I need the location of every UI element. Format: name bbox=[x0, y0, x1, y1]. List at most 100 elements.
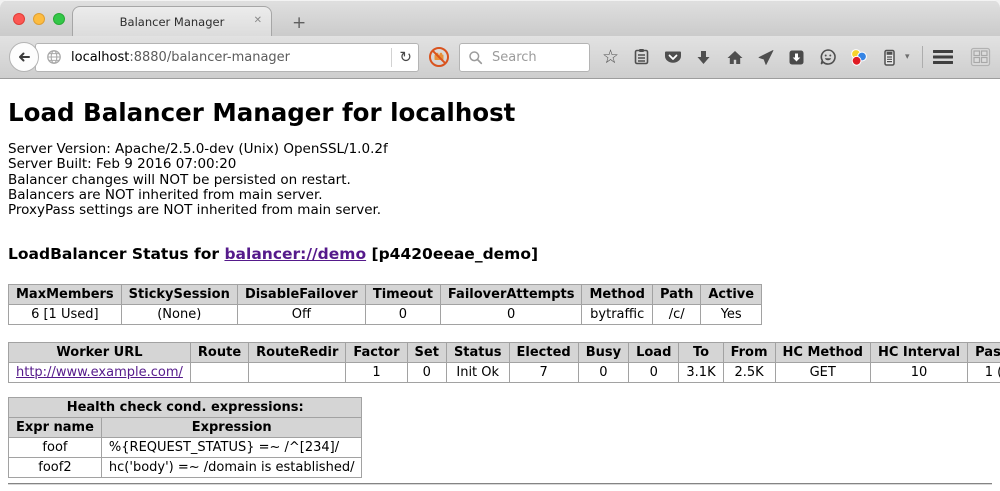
route-value bbox=[190, 363, 248, 383]
colorful-dots-icon[interactable] bbox=[849, 48, 868, 67]
url-path: :8880/balancer-manager bbox=[129, 50, 290, 65]
worker-url-link[interactable]: http://www.example.com/ bbox=[16, 365, 183, 380]
tab-groups-icon[interactable] bbox=[970, 48, 991, 67]
col-set: Set bbox=[407, 343, 446, 363]
routeredir-value bbox=[249, 363, 346, 383]
from-value: 2.5K bbox=[723, 363, 775, 383]
balancer-demo-link[interactable]: balancer://demo bbox=[224, 245, 366, 263]
proxypass-note-line: ProxyPass settings are NOT inherited fro… bbox=[8, 203, 992, 218]
col-active: Active bbox=[701, 285, 762, 305]
back-button[interactable] bbox=[9, 42, 39, 72]
col-timeout: Timeout bbox=[365, 285, 440, 305]
urlbar-divider bbox=[391, 48, 392, 67]
col-stickysession: StickySession bbox=[121, 285, 237, 305]
col-elected: Elected bbox=[509, 343, 578, 363]
col-hc-method: HC Method bbox=[775, 343, 870, 363]
hc-method-value: GET bbox=[775, 363, 870, 383]
expr-name-value: foof bbox=[9, 438, 102, 458]
url-domain: localhost bbox=[71, 50, 129, 65]
page-content: Load Balancer Manager for localhost Serv… bbox=[0, 79, 1000, 490]
new-tab-button[interactable]: + bbox=[286, 13, 312, 33]
factor-value: 1 bbox=[346, 363, 407, 383]
bottom-divider bbox=[8, 483, 992, 485]
hamburger-menu-icon[interactable] bbox=[932, 48, 954, 67]
stickysession-value: (None) bbox=[121, 305, 237, 325]
page-title: Load Balancer Manager for localhost bbox=[8, 98, 992, 127]
tab-title: Balancer Manager bbox=[120, 15, 225, 29]
send-plane-icon[interactable] bbox=[756, 48, 775, 67]
server-built-line: Server Built: Feb 9 2016 07:00:20 bbox=[8, 157, 992, 172]
method-value: bytraffic bbox=[582, 305, 652, 325]
url-bar[interactable]: localhost:8880/balancer-manager ↻ bbox=[35, 43, 419, 72]
search-icon bbox=[467, 48, 484, 67]
elected-value: 7 bbox=[509, 363, 578, 383]
window-minimize-button[interactable] bbox=[33, 13, 45, 25]
maxmembers-value: 6 [1 Used] bbox=[9, 305, 122, 325]
col-expression: Expression bbox=[101, 418, 362, 438]
set-value: 0 bbox=[407, 363, 446, 383]
loadbalancer-status-heading: LoadBalancer Status for balancer://demo … bbox=[8, 245, 992, 263]
clipboard-extension-icon[interactable] bbox=[880, 48, 899, 67]
window-zoom-button[interactable] bbox=[53, 13, 65, 25]
col-from: From bbox=[723, 343, 775, 363]
tab-balancer-manager[interactable]: Balancer Manager ✕ bbox=[72, 6, 272, 36]
status-heading-prefix: LoadBalancer Status for bbox=[8, 245, 219, 263]
bookmark-star-icon[interactable]: ☆ bbox=[601, 48, 620, 67]
balancer-table-header-row: MaxMembers StickySession DisableFailover… bbox=[9, 285, 762, 305]
expr-name-value: foof2 bbox=[9, 458, 102, 478]
failoverattempts-value: 0 bbox=[440, 305, 582, 325]
balancer-table-row: 6 [1 Used] (None) Off 0 0 bytraffic /c/ … bbox=[9, 305, 762, 325]
col-load: Load bbox=[629, 343, 679, 363]
url-text: localhost:8880/balancer-manager bbox=[71, 50, 384, 65]
col-route: Route bbox=[190, 343, 248, 363]
reload-button[interactable]: ↻ bbox=[399, 50, 412, 65]
health-table-row: foof %{REQUEST_STATUS} =~ /^[234]/ bbox=[9, 438, 362, 458]
passes-value: 1 (0) bbox=[968, 363, 1000, 383]
persist-note-line: Balancer changes will NOT be persisted o… bbox=[8, 173, 992, 188]
worker-table-header-row: Worker URL Route RouteRedir Factor Set S… bbox=[9, 343, 1000, 363]
load-value: 0 bbox=[629, 363, 679, 383]
health-check-table: Health check cond. expressions: Expr nam… bbox=[8, 397, 362, 478]
col-status: Status bbox=[446, 343, 509, 363]
disablefailover-value: Off bbox=[237, 305, 365, 325]
search-input[interactable] bbox=[490, 49, 582, 66]
col-factor: Factor bbox=[346, 343, 407, 363]
tab-bar: Balancer Manager ✕ + bbox=[0, 0, 1000, 36]
globe-icon bbox=[44, 48, 63, 67]
server-info: Server Version: Apache/2.5.0-dev (Unix) … bbox=[8, 142, 992, 218]
expression-value: hc('body') =~ /domain is established/ bbox=[101, 458, 362, 478]
chevron-down-icon[interactable]: ▾ bbox=[905, 52, 910, 62]
status-heading-suffix: [p4420eeae_demo] bbox=[372, 245, 539, 263]
path-value: /c/ bbox=[652, 305, 700, 325]
bookmarks-list-icon[interactable] bbox=[632, 48, 651, 67]
health-table-header-row: Expr name Expression bbox=[9, 418, 362, 438]
traffic-lights bbox=[13, 13, 65, 25]
col-method: Method bbox=[582, 285, 652, 305]
inherit-note-line: Balancers are NOT inherited from main se… bbox=[8, 188, 992, 203]
status-value: Init Ok bbox=[446, 363, 509, 383]
navigation-toolbar: localhost:8880/balancer-manager ↻ bbox=[0, 36, 1000, 79]
toolbar-icons: ☆ bbox=[601, 48, 910, 67]
search-bar[interactable] bbox=[459, 43, 590, 72]
window-close-button[interactable] bbox=[13, 13, 25, 25]
col-busy: Busy bbox=[578, 343, 628, 363]
browser-window: Balancer Manager ✕ + localhost:8880/bala… bbox=[0, 0, 1000, 491]
health-table-title: Health check cond. expressions: bbox=[9, 398, 362, 418]
tab-close-icon[interactable]: ✕ bbox=[254, 15, 262, 26]
expression-value: %{REQUEST_STATUS} =~ /^[234]/ bbox=[101, 438, 362, 458]
col-passes: Passes bbox=[968, 343, 1000, 363]
col-routeredir: RouteRedir bbox=[249, 343, 346, 363]
active-value: Yes bbox=[701, 305, 762, 325]
back-arrow-icon bbox=[16, 49, 32, 65]
video-download-icon[interactable] bbox=[787, 48, 806, 67]
download-icon[interactable] bbox=[694, 48, 713, 67]
col-maxmembers: MaxMembers bbox=[9, 285, 122, 305]
balancer-settings-table: MaxMembers StickySession DisableFailover… bbox=[8, 284, 762, 325]
chat-smiley-icon[interactable] bbox=[818, 48, 837, 67]
plugin-blocked-icon[interactable] bbox=[428, 46, 450, 68]
busy-value: 0 bbox=[578, 363, 628, 383]
health-table-row: foof2 hc('body') =~ /domain is establish… bbox=[9, 458, 362, 478]
home-icon[interactable] bbox=[725, 48, 744, 67]
col-disablefailover: DisableFailover bbox=[237, 285, 365, 305]
pocket-icon[interactable] bbox=[663, 48, 682, 67]
